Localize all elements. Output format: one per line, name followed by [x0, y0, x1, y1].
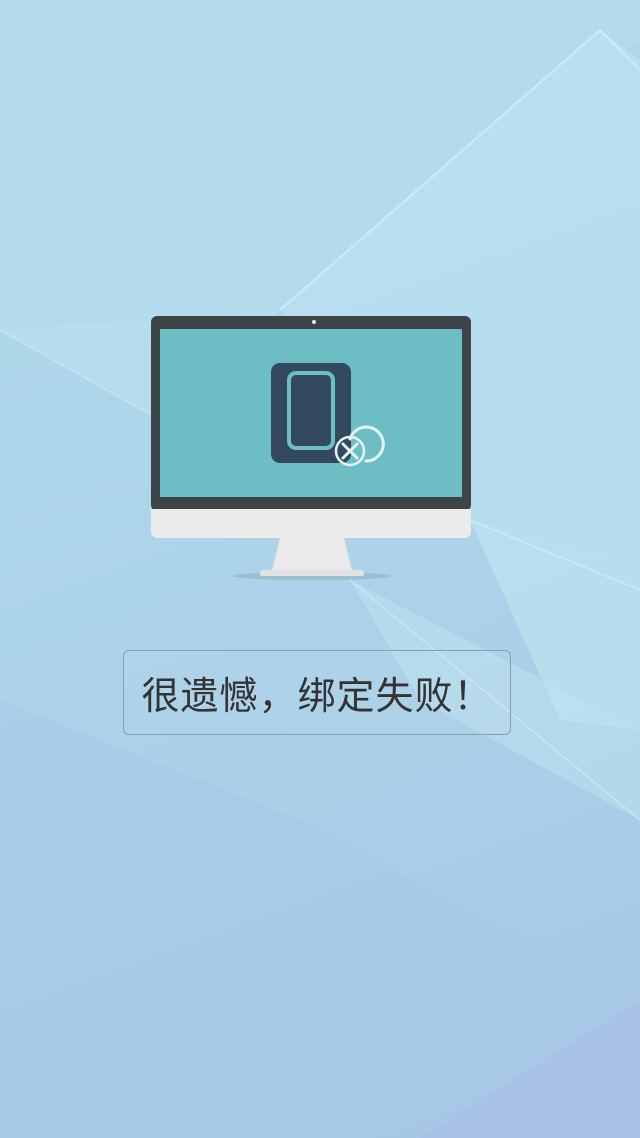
status-message-box: 很遗憾，绑定失败！ [123, 650, 511, 735]
camera-dot [312, 320, 316, 324]
phone-icon [271, 363, 351, 463]
monitor-base [260, 570, 364, 576]
bind-failed-message: 很遗憾，绑定失败！ [141, 674, 493, 718]
monitor-icon [151, 316, 471, 580]
monitor-stand [272, 538, 352, 571]
monitor-chin [151, 509, 471, 538]
binding-illustration [150, 315, 472, 583]
